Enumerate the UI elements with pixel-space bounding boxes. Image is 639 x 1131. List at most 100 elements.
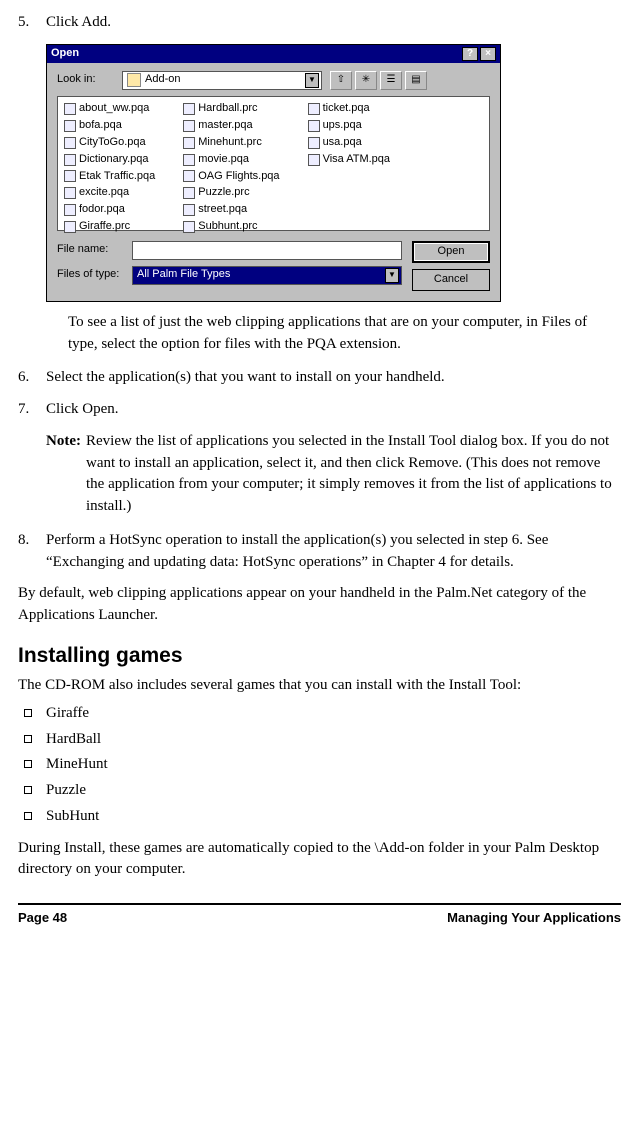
list-item-label: MineHunt <box>46 754 108 776</box>
file-name: Hardball.prc <box>198 101 257 117</box>
chevron-down-icon[interactable]: ▼ <box>305 73 319 88</box>
file-icon <box>64 204 76 216</box>
file-icon <box>64 120 76 132</box>
file-item[interactable]: bofa.pqa <box>64 118 155 134</box>
filetype-combo[interactable]: All Palm File Types ▼ <box>132 266 402 285</box>
file-name: ticket.pqa <box>323 101 370 117</box>
filetype-value: All Palm File Types <box>137 267 230 283</box>
tip-text: To see a list of just the web clipping a… <box>68 312 611 356</box>
step-number: 5. <box>18 12 46 34</box>
file-icon <box>64 154 76 166</box>
file-item[interactable]: OAG Flights.pqa <box>183 169 279 185</box>
chevron-down-icon[interactable]: ▼ <box>385 268 399 283</box>
list-item: Puzzle <box>18 780 621 802</box>
list-item: HardBall <box>18 729 621 751</box>
file-name: usa.pqa <box>323 135 362 151</box>
list-item-label: HardBall <box>46 729 101 751</box>
file-icon <box>308 103 320 115</box>
step-text: Perform a HotSync operation to install t… <box>46 530 621 574</box>
file-item[interactable]: Dictionary.pqa <box>64 152 155 168</box>
filename-label: File name: <box>57 242 132 258</box>
file-icon <box>64 170 76 182</box>
file-name: street.pqa <box>198 202 247 218</box>
file-item[interactable]: movie.pqa <box>183 152 279 168</box>
file-name: OAG Flights.pqa <box>198 169 279 185</box>
file-item[interactable]: Visa ATM.pqa <box>308 152 390 168</box>
square-bullet-icon <box>24 735 32 743</box>
file-icon <box>64 221 76 233</box>
file-item[interactable]: ticket.pqa <box>308 101 390 117</box>
file-icon <box>183 120 195 132</box>
file-item[interactable]: street.pqa <box>183 202 279 218</box>
file-icon <box>183 204 195 216</box>
file-icon <box>308 154 320 166</box>
file-name: Etak Traffic.pqa <box>79 169 155 185</box>
file-item[interactable]: master.pqa <box>183 118 279 134</box>
list-view-button[interactable]: ☰ <box>380 71 402 90</box>
file-name: master.pqa <box>198 118 252 134</box>
file-icon <box>308 120 320 132</box>
step-number: 7. <box>18 399 46 421</box>
list-item-label: SubHunt <box>46 806 99 828</box>
note-text: Review the list of applications you sele… <box>86 431 621 518</box>
page-number: Page 48 <box>18 909 67 928</box>
file-item[interactable]: Giraffe.prc <box>64 219 155 235</box>
filetype-label: Files of type: <box>57 267 132 283</box>
new-folder-button[interactable]: ✳ <box>355 71 377 90</box>
section-heading: Installing games <box>18 641 621 671</box>
file-item[interactable]: ups.pqa <box>308 118 390 134</box>
file-item[interactable]: Minehunt.prc <box>183 135 279 151</box>
page-footer: Page 48 Managing Your Applications <box>18 903 621 928</box>
note-label: Note: <box>18 431 86 518</box>
step-8: 8. Perform a HotSync operation to instal… <box>18 530 621 574</box>
games-list: Giraffe HardBall MineHunt Puzzle SubHunt <box>18 703 621 828</box>
step-number: 8. <box>18 530 46 574</box>
file-icon <box>64 103 76 115</box>
lookin-combo[interactable]: Add-on ▼ <box>122 71 322 90</box>
file-name: ups.pqa <box>323 118 362 134</box>
filename-input[interactable] <box>132 241 402 260</box>
file-item[interactable]: about_ww.pqa <box>64 101 155 117</box>
details-view-button[interactable]: ▤ <box>405 71 427 90</box>
note-block: Note: Review the list of applications yo… <box>18 431 621 518</box>
step-number: 6. <box>18 367 46 389</box>
file-item[interactable]: Subhunt.prc <box>183 219 279 235</box>
help-button[interactable]: ? <box>462 47 478 61</box>
list-item-label: Puzzle <box>46 780 86 802</box>
dialog-titlebar: Open ? × <box>47 45 500 63</box>
square-bullet-icon <box>24 709 32 717</box>
cancel-button[interactable]: Cancel <box>412 269 490 291</box>
file-item[interactable]: usa.pqa <box>308 135 390 151</box>
list-item: Giraffe <box>18 703 621 725</box>
body-paragraph: The CD-ROM also includes several games t… <box>18 675 621 697</box>
file-name: bofa.pqa <box>79 118 122 134</box>
file-icon <box>183 137 195 149</box>
up-folder-button[interactable]: ⇧ <box>330 71 352 90</box>
file-icon <box>308 137 320 149</box>
square-bullet-icon <box>24 786 32 794</box>
file-icon <box>64 137 76 149</box>
close-button[interactable]: × <box>480 47 496 61</box>
step-5: 5. Click Add. <box>18 12 621 34</box>
file-name: CityToGo.pqa <box>79 135 146 151</box>
step-6: 6. Select the application(s) that you wa… <box>18 367 621 389</box>
file-item[interactable]: fodor.pqa <box>64 202 155 218</box>
step-text: Click Add. <box>46 12 621 34</box>
file-item[interactable]: Hardball.prc <box>183 101 279 117</box>
file-item[interactable]: CityToGo.pqa <box>64 135 155 151</box>
file-item[interactable]: Puzzle.prc <box>183 185 279 201</box>
square-bullet-icon <box>24 760 32 768</box>
file-item[interactable]: excite.pqa <box>64 185 155 201</box>
open-button[interactable]: Open <box>412 241 490 263</box>
body-paragraph: By default, web clipping applications ap… <box>18 583 621 627</box>
file-item[interactable]: Etak Traffic.pqa <box>64 169 155 185</box>
file-name: fodor.pqa <box>79 202 125 218</box>
list-item: SubHunt <box>18 806 621 828</box>
folder-icon <box>127 73 141 87</box>
file-list[interactable]: about_ww.pqabofa.pqaCityToGo.pqaDictiona… <box>57 96 490 231</box>
open-dialog: Open ? × Look in: Add-on ▼ ⇧ ✳ ☰ ▤ about… <box>46 44 501 302</box>
file-name: Subhunt.prc <box>198 219 257 235</box>
list-item: MineHunt <box>18 754 621 776</box>
lookin-value: Add-on <box>145 72 180 88</box>
file-name: Giraffe.prc <box>79 219 130 235</box>
